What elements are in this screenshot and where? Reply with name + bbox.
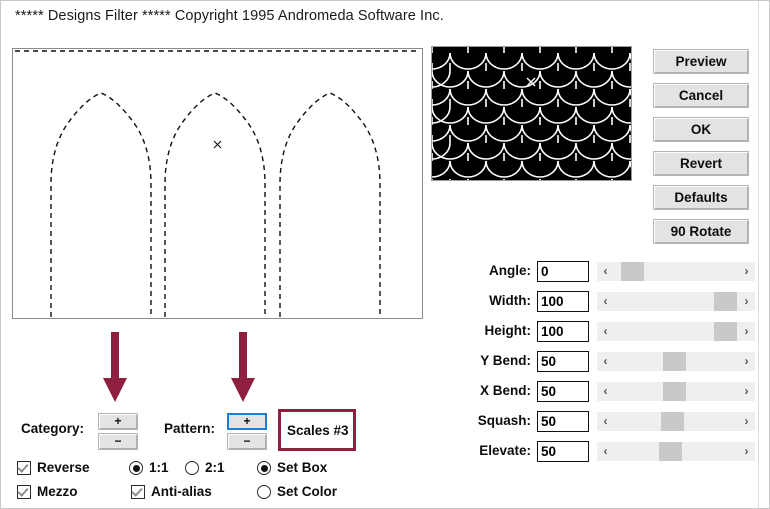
reverse-checkbox[interactable] [17, 461, 31, 475]
angle-input[interactable]: 0 [537, 261, 589, 282]
option-set-box[interactable]: Set Box [257, 459, 367, 479]
ratio-1-1-radio[interactable] [129, 461, 143, 475]
squash-label: Squash: [477, 413, 531, 428]
height-slider-thumb[interactable] [714, 322, 737, 341]
height-label: Height: [484, 323, 532, 338]
panel-divider [758, 1, 759, 508]
reverse-label[interactable]: Reverse [37, 459, 90, 477]
mezzo-label[interactable]: Mezzo [37, 483, 78, 501]
width-slider-track[interactable]: ‹ › [597, 292, 755, 311]
y-bend-label: Y Bend: [480, 353, 531, 368]
pattern-thumbnail[interactable] [431, 46, 632, 181]
elevate-label: Elevate: [479, 443, 531, 458]
angle-slider-left-arrow[interactable]: ‹ [597, 262, 614, 281]
slider-row-x-bend: X Bend: 50 ‹ › [463, 380, 757, 404]
elevate-slider-thumb[interactable] [659, 442, 682, 461]
option-mezzo[interactable]: Mezzo [17, 483, 127, 503]
squash-slider-left-arrow[interactable]: ‹ [597, 412, 614, 431]
ratio-2-1-label[interactable]: 2:1 [205, 459, 225, 477]
slider-row-elevate: Elevate: 50 ‹ › [463, 440, 757, 464]
designs-filter-dialog: ***** Designs Filter ***** Copyright 199… [0, 0, 770, 509]
height-slider-right-arrow[interactable]: › [738, 322, 755, 341]
slider-row-height: Height: 100 ‹ › [463, 320, 757, 344]
shape-preview-drawing [15, 50, 420, 317]
set-box-radio[interactable] [257, 461, 271, 475]
angle-slider-track[interactable]: ‹ › [597, 262, 755, 281]
angle-slider-thumb[interactable] [621, 262, 644, 281]
anti-alias-checkbox[interactable] [131, 485, 145, 499]
slider-row-width: Width: 100 ‹ › [463, 290, 757, 314]
y-bend-slider-track[interactable]: ‹ › [597, 352, 755, 371]
preview-button[interactable]: Preview [653, 49, 749, 74]
x-bend-slider-left-arrow[interactable]: ‹ [597, 382, 614, 401]
y-bend-slider-left-arrow[interactable]: ‹ [597, 352, 614, 371]
revert-button[interactable]: Revert [653, 151, 749, 176]
width-slider-left-arrow[interactable]: ‹ [597, 292, 614, 311]
pattern-decrement-button[interactable]: − [227, 433, 267, 450]
width-slider-right-arrow[interactable]: › [738, 292, 755, 311]
pattern-thumbnail-drawing [432, 47, 631, 180]
x-bend-slider-track[interactable]: ‹ › [597, 382, 755, 401]
elevate-input[interactable]: 50 [537, 441, 589, 462]
option-ratio-2-1[interactable]: 2:1 [185, 459, 241, 479]
elevate-slider-right-arrow[interactable]: › [738, 442, 755, 461]
angle-slider-right-arrow[interactable]: › [738, 262, 755, 281]
width-label: Width: [489, 293, 531, 308]
ratio-2-1-radio[interactable] [185, 461, 199, 475]
rotate-90-button[interactable]: 90 Rotate [653, 219, 749, 244]
x-bend-slider-thumb[interactable] [663, 382, 686, 401]
category-label: Category: [21, 421, 85, 436]
option-set-color[interactable]: Set Color [257, 483, 367, 503]
pattern-label: Pattern: [164, 421, 216, 436]
slider-row-squash: Squash: 50 ‹ › [463, 410, 757, 434]
set-color-radio[interactable] [257, 485, 271, 499]
pattern-annotation-arrow-icon [228, 332, 258, 409]
option-reverse[interactable]: Reverse [17, 459, 127, 479]
set-box-label[interactable]: Set Box [277, 459, 327, 477]
set-color-label[interactable]: Set Color [277, 483, 337, 501]
y-bend-input[interactable]: 50 [537, 351, 589, 372]
category-annotation-arrow-icon [100, 332, 130, 409]
slider-row-angle: Angle: 0 ‹ › [463, 260, 757, 284]
pattern-increment-button[interactable]: + [227, 413, 267, 430]
width-input[interactable]: 100 [537, 291, 589, 312]
angle-label: Angle: [489, 263, 531, 278]
category-decrement-button[interactable]: − [98, 433, 138, 450]
ratio-1-1-label[interactable]: 1:1 [149, 459, 169, 477]
ok-button[interactable]: OK [653, 117, 749, 142]
pattern-name-text: Scales #3 [287, 423, 349, 438]
slider-row-y-bend: Y Bend: 50 ‹ › [463, 350, 757, 374]
anti-alias-label[interactable]: Anti-alias [151, 483, 212, 501]
width-slider-thumb[interactable] [714, 292, 737, 311]
mezzo-checkbox[interactable] [17, 485, 31, 499]
dialog-title: ***** Designs Filter ***** Copyright 199… [15, 8, 444, 24]
center-marker [213, 140, 222, 149]
squash-slider-thumb[interactable] [661, 412, 684, 431]
height-slider-left-arrow[interactable]: ‹ [597, 322, 614, 341]
y-bend-slider-thumb[interactable] [663, 352, 686, 371]
height-slider-track[interactable]: ‹ › [597, 322, 755, 341]
x-bend-slider-right-arrow[interactable]: › [738, 382, 755, 401]
category-increment-button[interactable]: + [98, 413, 138, 430]
x-bend-input[interactable]: 50 [537, 381, 589, 402]
pattern-name-display: Scales #3 [278, 409, 356, 451]
x-bend-label: X Bend: [479, 383, 531, 398]
shape-preview-canvas[interactable] [12, 48, 423, 319]
elevate-slider-track[interactable]: ‹ › [597, 442, 755, 461]
cancel-button[interactable]: Cancel [653, 83, 749, 108]
option-anti-alias[interactable]: Anti-alias [131, 483, 251, 503]
defaults-button[interactable]: Defaults [653, 185, 749, 210]
elevate-slider-left-arrow[interactable]: ‹ [597, 442, 614, 461]
option-ratio-1-1[interactable]: 1:1 [129, 459, 185, 479]
y-bend-slider-right-arrow[interactable]: › [738, 352, 755, 371]
squash-input[interactable]: 50 [537, 411, 589, 432]
height-input[interactable]: 100 [537, 321, 589, 342]
squash-slider-right-arrow[interactable]: › [738, 412, 755, 431]
squash-slider-track[interactable]: ‹ › [597, 412, 755, 431]
